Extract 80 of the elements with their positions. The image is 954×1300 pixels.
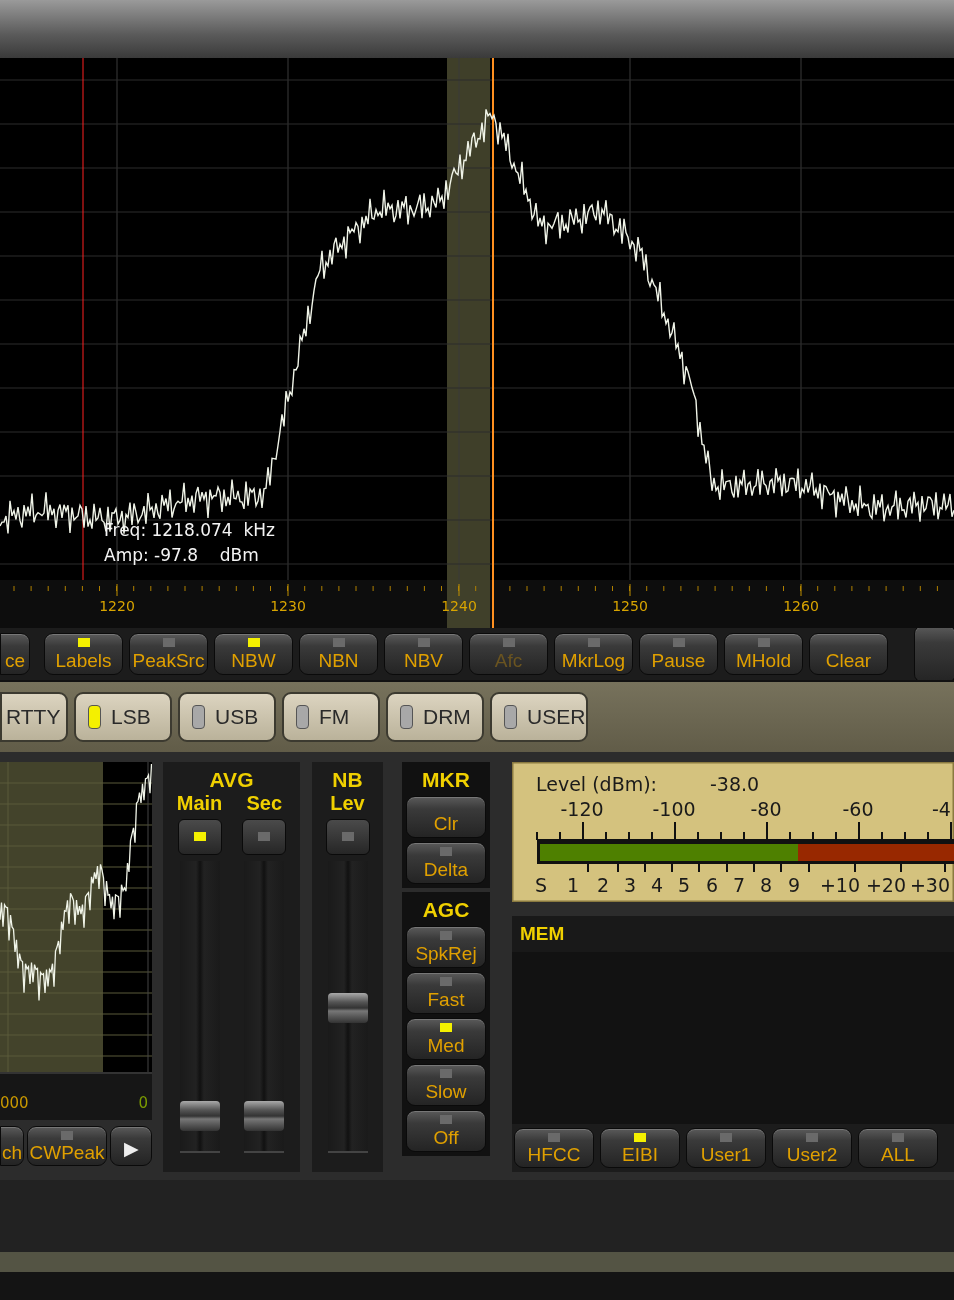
panel-button[interactable]: Slow bbox=[406, 1064, 486, 1106]
indicator-light bbox=[296, 705, 309, 729]
toolbar-button[interactable]: MHold bbox=[724, 633, 803, 675]
s-unit-label: 3 bbox=[623, 874, 637, 896]
dbm-scale-label: -4 bbox=[932, 798, 951, 820]
indicator-light bbox=[192, 705, 205, 729]
slider-thumb[interactable] bbox=[179, 1100, 220, 1131]
memory-button[interactable]: HFCC bbox=[514, 1128, 594, 1168]
panel-button[interactable]: ch bbox=[0, 1126, 24, 1166]
s-unit-label: 9 bbox=[787, 874, 801, 896]
toolbar-button[interactable] bbox=[914, 628, 954, 680]
mode-button[interactable]: LSB bbox=[74, 692, 172, 742]
frequency-label: 1230 bbox=[270, 598, 306, 614]
panel-title: MEM bbox=[520, 923, 565, 945]
panel-button[interactable]: Clr bbox=[406, 796, 486, 838]
dbm-scale-label: -120 bbox=[560, 798, 604, 820]
s-unit-label: S bbox=[534, 874, 548, 896]
toolbar-button[interactable]: PeakSrc bbox=[129, 633, 208, 675]
s-unit-label: 2 bbox=[596, 874, 610, 896]
meter-reading: -38.0 bbox=[710, 773, 760, 795]
axis-label: 0 bbox=[138, 1094, 148, 1112]
frequency-label: 1220 bbox=[99, 598, 135, 614]
memory-button[interactable]: User1 bbox=[686, 1128, 766, 1168]
s-unit-label: 5 bbox=[677, 874, 691, 896]
mode-button[interactable]: DRM bbox=[386, 692, 484, 742]
panel-title: MKR bbox=[422, 767, 470, 792]
panel-button[interactable]: Fast bbox=[406, 972, 486, 1014]
mode-button[interactable]: RTTY bbox=[0, 692, 68, 742]
frequency-label: 1260 bbox=[783, 598, 819, 614]
channel-label: Lev bbox=[330, 792, 365, 815]
toolbar-button[interactable]: ce bbox=[0, 633, 30, 675]
marker-readout: Freq: 1218.074 kHz bbox=[104, 520, 275, 540]
panel-title: AVG bbox=[209, 767, 254, 792]
panel-button[interactable]: Med bbox=[406, 1018, 486, 1060]
panel-button[interactable]: SpkRej bbox=[406, 926, 486, 968]
toolbar-button[interactable]: NBW bbox=[214, 633, 293, 675]
memory-button[interactable]: User2 bbox=[772, 1128, 852, 1168]
frequency-label: 1250 bbox=[612, 598, 648, 614]
dbm-scale-label: -100 bbox=[652, 798, 696, 820]
s-unit-label: 6 bbox=[705, 874, 719, 896]
slider-thumb[interactable] bbox=[327, 993, 368, 1023]
s-unit-label: 7 bbox=[732, 874, 746, 896]
toggle-button[interactable] bbox=[325, 819, 370, 855]
toolbar-button[interactable]: NBV bbox=[384, 633, 463, 675]
axis-label: 000 bbox=[0, 1094, 29, 1112]
dbm-scale-label: -80 bbox=[750, 798, 782, 820]
toggle-button[interactable] bbox=[242, 819, 287, 855]
dbm-scale-label: -60 bbox=[842, 798, 874, 820]
channel-label: Sec bbox=[246, 792, 283, 815]
indicator-light bbox=[400, 705, 413, 729]
toolbar-button[interactable]: Clear bbox=[809, 633, 888, 675]
toolbar-button[interactable]: NBN bbox=[299, 633, 378, 675]
toolbar-button[interactable]: Labels bbox=[44, 633, 123, 675]
toggle-button[interactable] bbox=[177, 819, 222, 855]
mode-button[interactable]: USER bbox=[490, 692, 588, 742]
panel-title: NB bbox=[332, 767, 363, 792]
toolbar-button[interactable]: MkrLog bbox=[554, 633, 633, 675]
s-unit-label: 8 bbox=[759, 874, 773, 896]
slider-thumb[interactable] bbox=[244, 1100, 285, 1131]
frequency-label: 1240 bbox=[441, 598, 477, 614]
indicator-light bbox=[88, 705, 101, 729]
s-unit-label: +30 bbox=[909, 874, 951, 896]
panel-title: AGC bbox=[422, 897, 470, 922]
s-unit-label: +10 bbox=[819, 874, 861, 896]
mode-button[interactable]: FM bbox=[282, 692, 380, 742]
marker-readout: Amp: -97.8 dBm bbox=[104, 545, 259, 565]
s-unit-label: 1 bbox=[566, 874, 580, 896]
panel-button[interactable]: ▶ bbox=[110, 1126, 152, 1166]
memory-button[interactable]: ALL bbox=[858, 1128, 938, 1168]
panel-button[interactable]: CWPeak bbox=[27, 1126, 107, 1166]
mode-button[interactable]: USB bbox=[178, 692, 276, 742]
s-unit-label: +20 bbox=[865, 874, 907, 896]
panel-button[interactable]: Delta bbox=[406, 842, 486, 884]
s-unit-label: 4 bbox=[650, 874, 664, 896]
indicator-light bbox=[504, 705, 517, 729]
panel-button[interactable]: Off bbox=[406, 1110, 486, 1152]
memory-button[interactable]: EIBI bbox=[600, 1128, 680, 1168]
channel-label: Main bbox=[176, 792, 223, 815]
meter-caption: Level (dBm): bbox=[536, 773, 658, 795]
toolbar-button[interactable]: Pause bbox=[639, 633, 718, 675]
